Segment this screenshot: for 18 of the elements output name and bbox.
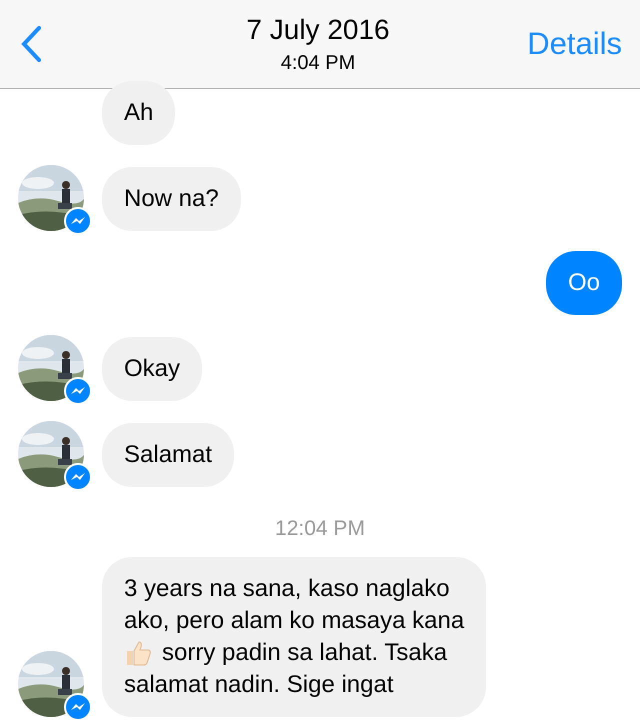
conversation-time: 4:04 PM: [280, 52, 356, 74]
message-text: Salamat: [124, 440, 212, 470]
messenger-badge-icon: [64, 377, 92, 405]
timestamp: 12:04 PM: [275, 517, 365, 541]
message-text: 3 years na sana, kaso naglako: [124, 574, 450, 604]
message-text: sorry padin sa lahat. Tsaka: [162, 638, 448, 668]
message-text: Now na?: [124, 184, 219, 214]
details-button[interactable]: Details: [527, 26, 622, 62]
back-chevron-icon: [20, 25, 42, 63]
message-text: Ah: [124, 98, 154, 128]
message-text: salamat nadin. Sige ingat: [124, 670, 394, 700]
messenger-badge-icon: [64, 207, 92, 235]
message-text: Okay: [124, 354, 180, 384]
messenger-badge-icon: [64, 693, 92, 721]
message-text: ako, pero alam ko masaya kana: [124, 606, 464, 636]
conversation-date: 7 July 2016: [246, 14, 390, 46]
messenger-badge-icon: [64, 463, 92, 491]
message-text: Oo: [568, 268, 600, 298]
